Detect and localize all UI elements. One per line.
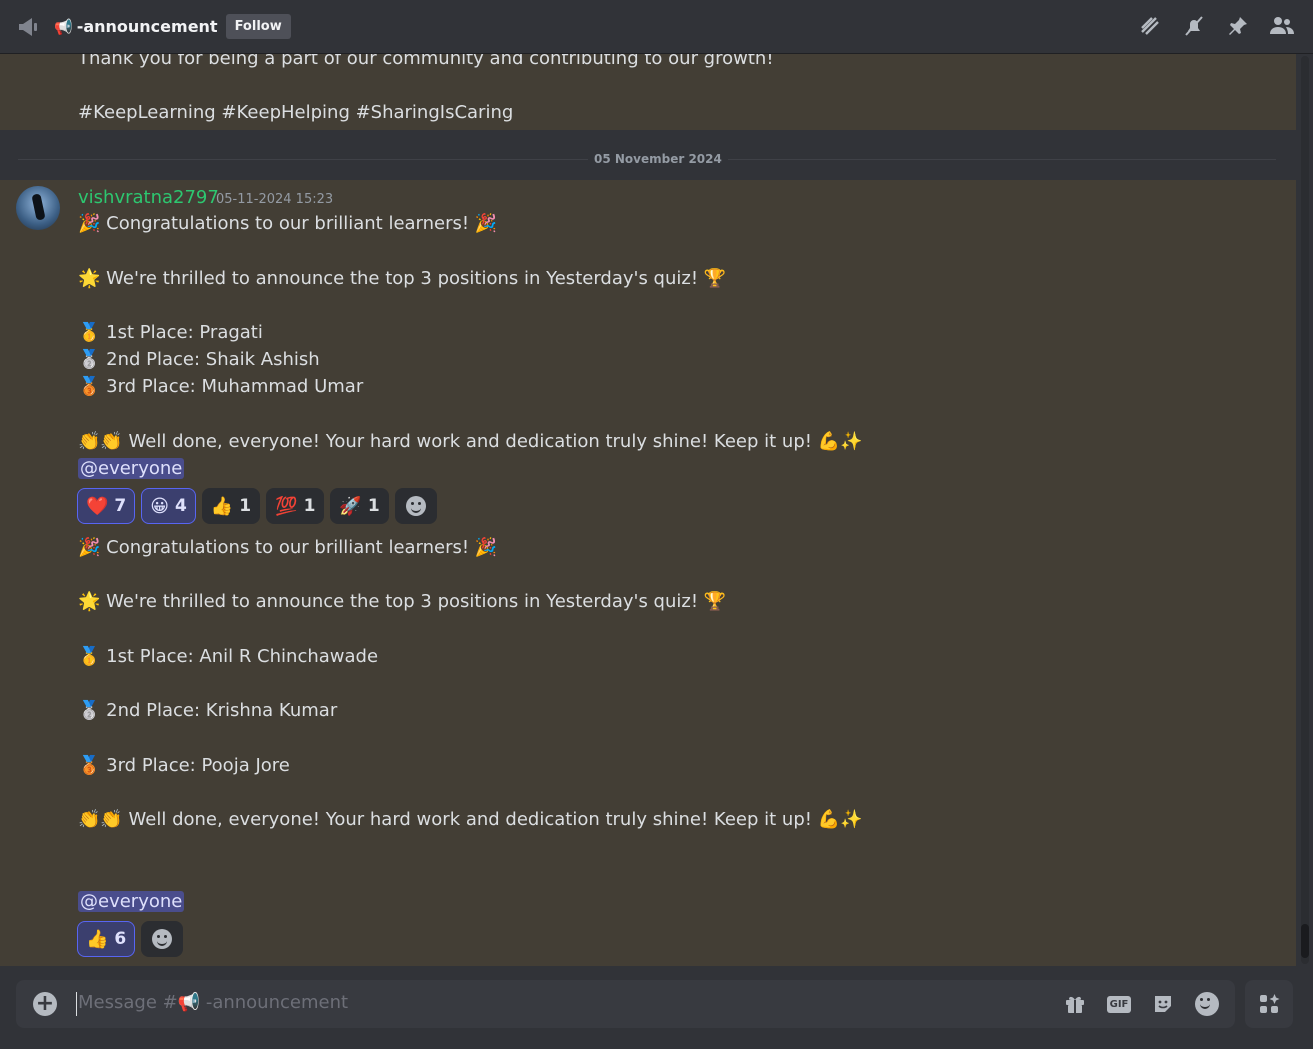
add-reaction-icon — [152, 929, 173, 949]
apps-icon — [1260, 994, 1280, 1013]
members-icon[interactable] — [1269, 13, 1295, 39]
message-line: 👏👏 Well done, everyone! Your hard work a… — [78, 431, 863, 452]
message-line: 🥉 3rd Place: Muhammad Umar — [78, 376, 364, 397]
previous-message: Thank you for being a part of our commun… — [0, 54, 1296, 130]
megaphone-icon — [16, 14, 42, 40]
message-line: 🥈 2nd Place: Shaik Ashish — [78, 349, 320, 370]
scrollbar-track[interactable] — [1301, 56, 1309, 964]
add-reaction-button[interactable] — [141, 921, 184, 957]
mute-icon[interactable] — [1181, 13, 1207, 39]
message-input[interactable]: Message #📢 -announcement — [78, 992, 348, 1013]
message-line: 🎉 Congratulations to our brilliant learn… — [78, 537, 498, 558]
message-line: 🌟 We're thrilled to announce the top 3 p… — [78, 591, 727, 612]
app-launcher-button[interactable] — [1245, 980, 1293, 1028]
add-reaction-button[interactable] — [394, 488, 437, 524]
message-list[interactable]: Thank you for being a part of our commun… — [0, 54, 1296, 966]
message-line: 🌟 We're thrilled to announce the top 3 p… — [78, 268, 727, 289]
reaction-bar: 👍 6 — [77, 921, 184, 957]
reaction-bar: ❤️ 7 😀 4 👍 1 💯 1 🚀 1 — [77, 488, 437, 524]
author-name[interactable]: vishvratna2797 — [78, 187, 219, 208]
message-line: 🎉 Congratulations to our brilliant learn… — [78, 213, 498, 234]
threads-icon[interactable] — [1137, 13, 1163, 39]
channel-emoji: 📢 — [54, 17, 73, 36]
channel-name: -announcement — [76, 17, 218, 36]
channel-header: 📢 -announcement Follow — [0, 0, 1313, 54]
reaction-thumbs-up[interactable]: 👍 1 — [201, 488, 261, 524]
reaction-thumbs-up[interactable]: 👍 6 — [77, 921, 136, 957]
message-line: Thank you for being a part of our commun… — [78, 54, 774, 69]
message-line: #KeepLearning #KeepHelping #SharingIsCar… — [78, 102, 514, 123]
add-reaction-icon — [405, 496, 426, 516]
gift-icon[interactable] — [1061, 990, 1089, 1018]
message-line: 🥇 1st Place: Pragati — [78, 322, 263, 343]
sticker-icon[interactable] — [1149, 990, 1177, 1018]
text-caret — [76, 992, 77, 1016]
attach-plus-icon[interactable]: + — [33, 992, 57, 1016]
reaction-heart[interactable]: ❤️ 7 — [77, 488, 136, 524]
pin-icon[interactable] — [1225, 13, 1251, 39]
reaction-rocket[interactable]: 🚀 1 — [330, 488, 389, 524]
date-divider-label: 05 November 2024 — [588, 152, 728, 166]
message-composer[interactable]: + Message #📢 -announcement GIF — [16, 980, 1235, 1028]
gif-icon[interactable]: GIF — [1105, 990, 1133, 1018]
reaction-hundred[interactable]: 💯 1 — [266, 488, 325, 524]
scrollbar-thumb[interactable] — [1301, 924, 1309, 958]
message-line: 🥈 2nd Place: Krishna Kumar — [78, 700, 338, 721]
everyone-mention[interactable]: @everyone — [78, 458, 185, 479]
message-line: 🥇 1st Place: Anil R Chinchawade — [78, 646, 379, 667]
reaction-grinning[interactable]: 😀 4 — [141, 488, 196, 524]
avatar[interactable] — [16, 186, 60, 230]
message-timestamp[interactable]: 05-11-2024 15:23 — [216, 192, 333, 207]
message-line: 🥉 3rd Place: Pooja Jore — [78, 755, 290, 776]
message-line: 👏👏 Well done, everyone! Your hard work a… — [78, 809, 863, 830]
follow-button[interactable]: Follow — [225, 14, 291, 39]
emoji-icon[interactable] — [1193, 990, 1221, 1018]
everyone-mention[interactable]: @everyone — [78, 891, 185, 912]
